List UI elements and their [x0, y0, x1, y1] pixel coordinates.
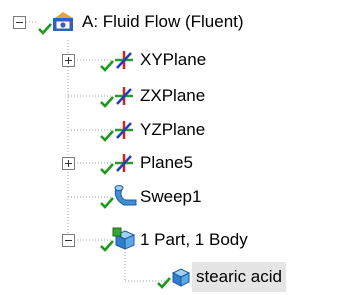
tree-item-xyplane[interactable]: XYPlane — [0, 45, 339, 75]
tree-item-yzplane[interactable]: YZPlane — [0, 115, 339, 145]
coordinate-plane-icon — [115, 154, 133, 172]
tree-item-label: stearic acid — [192, 262, 286, 292]
expand-toggle[interactable] — [62, 54, 75, 67]
checkmark-icon — [100, 60, 114, 72]
checkmark-icon — [100, 130, 114, 142]
coordinate-plane-icon — [115, 121, 133, 139]
parts-cube-icon — [112, 227, 136, 250]
coordinate-plane-icon — [115, 51, 133, 69]
tree-item-label: 1 Part, 1 Body — [140, 230, 248, 249]
tree-item-sweep1[interactable]: Sweep1 — [0, 182, 339, 212]
tree-item-plane5[interactable]: Plane5 — [0, 148, 339, 178]
tree-item-label: Sweep1 — [140, 187, 202, 206]
checkmark-icon — [38, 23, 52, 35]
expand-toggle[interactable] — [62, 157, 75, 170]
body-cube-icon — [171, 268, 191, 287]
sweep-feature-icon — [114, 185, 137, 206]
collapse-toggle[interactable] — [62, 234, 75, 247]
coordinate-plane-icon — [115, 87, 133, 105]
tree-item-label: Plane5 — [140, 153, 193, 172]
tree-item-stearic-acid[interactable]: stearic acid — [0, 262, 339, 292]
tree-item-zxplane[interactable]: ZXPlane — [0, 81, 339, 111]
tree-item-label: YZPlane — [140, 120, 206, 139]
tree-item-parts-bodies[interactable]: 1 Part, 1 Body — [0, 225, 339, 255]
analysis-system-icon — [53, 12, 73, 31]
geometry-tree: A: Fluid Flow (Fluent) XYPlane ZXPlane Y… — [0, 0, 339, 295]
tree-item-label: XYPlane — [140, 50, 207, 69]
checkmark-icon — [157, 277, 171, 289]
checkmark-icon — [100, 163, 114, 175]
tree-item-fluid-flow[interactable]: A: Fluid Flow (Fluent) — [0, 7, 339, 37]
tree-item-label: A: Fluid Flow (Fluent) — [82, 12, 244, 31]
collapse-toggle[interactable] — [13, 16, 26, 29]
tree-item-label: ZXPlane — [140, 86, 206, 105]
checkmark-icon — [100, 96, 114, 108]
